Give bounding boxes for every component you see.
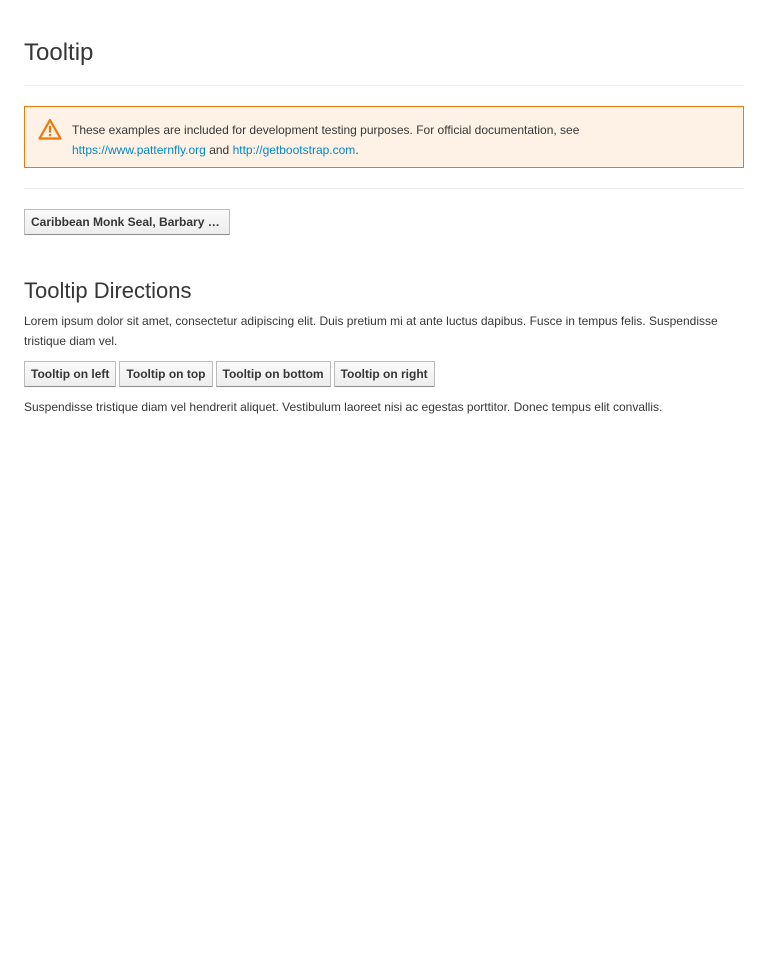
intro-paragraph: Lorem ipsum dolor sit amet, consectetur … [24,314,718,348]
tooltip-top-button[interactable]: Tooltip on top [119,361,213,387]
divider [24,188,744,189]
direction-button-group: Tooltip on left Tooltip on top Tooltip on … [24,361,744,387]
patternfly-link[interactable]: https://www.patternfly.org [72,143,206,157]
alert-text: These examples are included for developm… [72,123,580,137]
warning-alert: These examples are included for developm… [24,106,744,168]
page-title: Tooltip [24,0,744,86]
outro-paragraph: Suspendisse tristique diam vel hendrerit… [24,400,663,414]
warning-triangle-icon [38,118,62,140]
alert-and-text: and [209,143,230,157]
tooltip-left-button[interactable]: Tooltip on left [24,361,117,387]
alert-period: . [355,143,359,157]
page-container: Tooltip These examples are included for … [0,0,768,417]
tooltip-right-button[interactable]: Tooltip on right [333,361,435,387]
bootstrap-link[interactable]: http://getbootstrap.com [233,143,356,157]
tooltip-trigger-button[interactable]: Caribbean Monk Seal, Barbary L... [24,209,230,235]
tooltip-bottom-button[interactable]: Tooltip on bottom [215,361,331,387]
section-heading-tooltip-directions: Tooltip Directions [24,278,192,303]
